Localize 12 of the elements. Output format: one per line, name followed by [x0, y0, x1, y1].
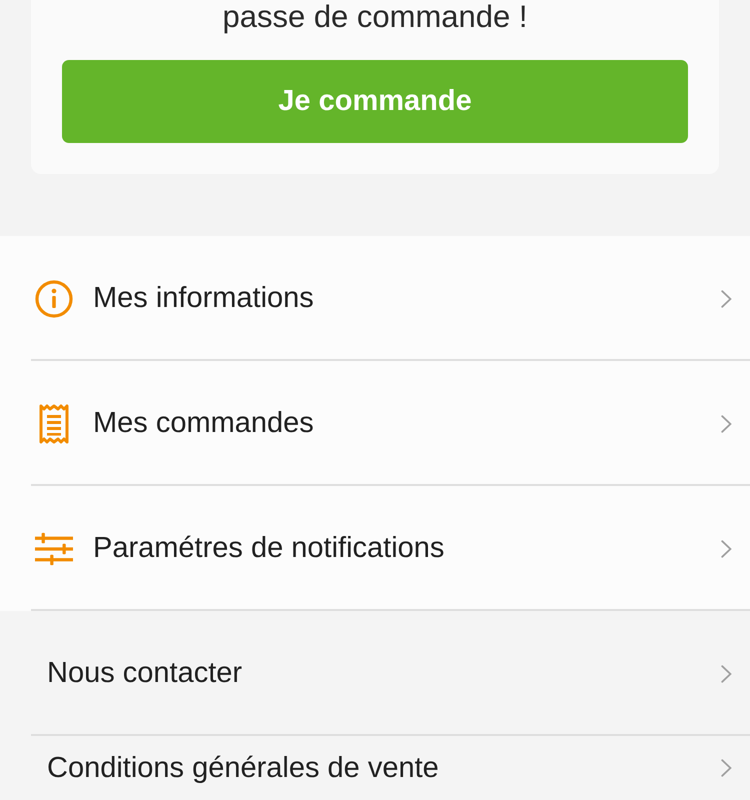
info-icon: [35, 280, 73, 318]
menu-item[interactable]: Mes commandes: [0, 361, 750, 486]
order-message: passe de commande !: [222, 0, 528, 34]
chevron-right-icon: [721, 664, 732, 682]
chevron-right-icon: [721, 290, 732, 308]
menu-item[interactable]: Paramétres de notifications: [0, 486, 750, 611]
sliders-icon: [35, 532, 73, 566]
receipt-icon: [37, 404, 71, 444]
chevron-right-icon: [721, 759, 732, 777]
chevron-right-icon: [721, 414, 732, 432]
chevron-right-icon: [721, 540, 732, 558]
menu-item[interactable]: Mes informations: [0, 236, 750, 361]
